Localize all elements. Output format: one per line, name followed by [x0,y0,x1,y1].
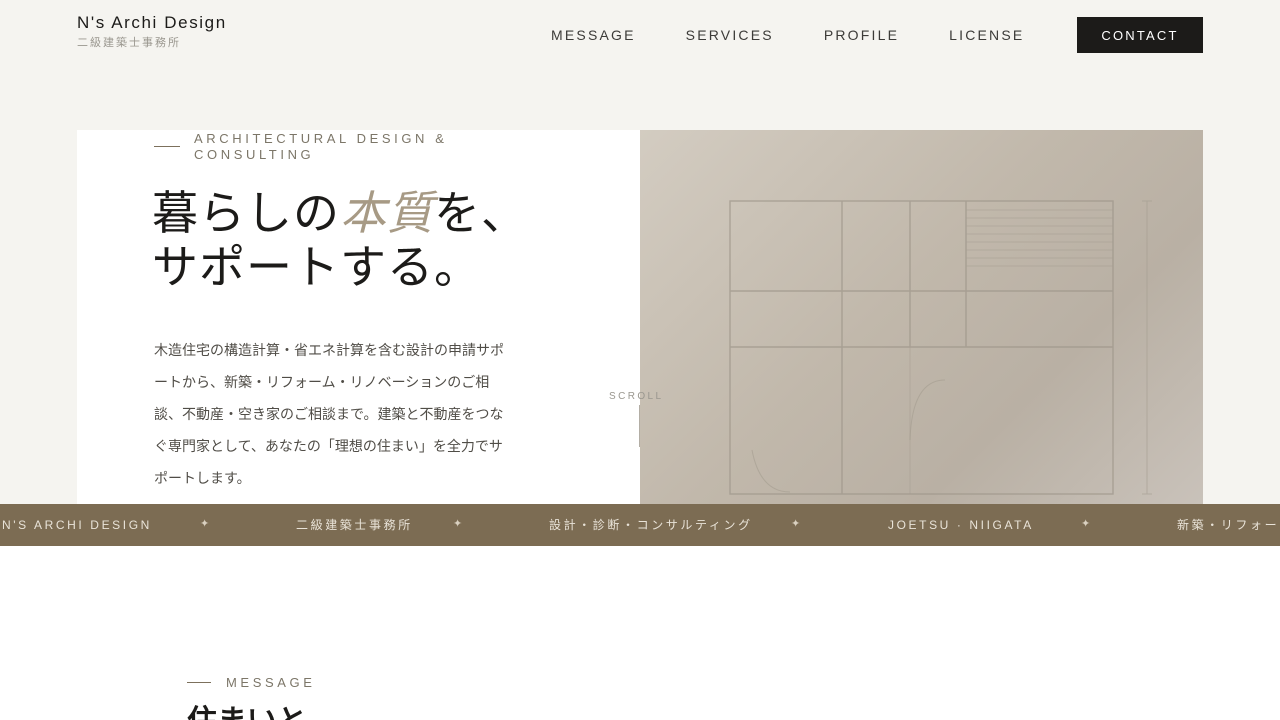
star-separator-icon: ✦ [1081,517,1091,530]
nav-item-profile[interactable]: PROFILE [824,26,899,44]
nav-item-message[interactable]: MESSAGE [551,26,636,44]
marquee-item: 新築・リフォー [1177,518,1280,532]
message-eyebrow-rule [187,682,211,683]
brand-subtitle: 二級建築士事務所 [77,36,181,49]
marquee-item: 二級建築士事務所 [296,518,413,532]
hero-eyebrow: ARCHITECTURAL DESIGN & CONSULTING [154,131,514,163]
site-header: N's Archi Design 二級建築士事務所 MESSAGE SERVIC… [0,0,1280,70]
headline-line2: サポートする。 [152,240,481,294]
main-nav: MESSAGE SERVICES PROFILE LICENSE [551,26,1024,44]
marquee-item: 設計・診断・コンサルティング [549,518,753,532]
star-separator-icon: ✦ [200,517,210,530]
headline-accent: 本質 [340,186,434,240]
hero-eyebrow-text: ARCHITECTURAL DESIGN & CONSULTING [194,131,448,162]
star-separator-icon: ✦ [791,517,801,530]
brand-logo[interactable]: N's Archi Design 二級建築士事務所 [77,13,227,50]
scroll-indicator-line [639,405,640,447]
marquee-item: JOETSU · NIIGATA [888,518,1034,532]
scroll-indicator-label: SCROLL [609,391,664,402]
marquee-band: N'S ARCHI DESIGN ✦ 二級建築士事務所 ✦ 設計・診断・コンサル… [0,504,1280,546]
floor-plan-illustration [729,200,1152,495]
nav-item-services[interactable]: SERVICES [686,26,774,44]
nav-item-license[interactable]: LICENSE [949,26,1024,44]
message-eyebrow: MESSAGE [187,675,316,690]
hero-image-panel [640,130,1203,504]
contact-button[interactable]: CONTACT [1077,17,1203,53]
hero-headline: 暮らしの本質を、 サポートする。 [152,186,528,294]
headline-line1-pre: 暮らしの [152,186,340,240]
message-section [0,546,1280,720]
marquee-item: N'S ARCHI DESIGN [2,518,152,532]
star-separator-icon: ✦ [453,517,463,530]
message-eyebrow-text: MESSAGE [226,675,316,690]
eyebrow-rule [154,146,180,147]
headline-line1-post: を、 [434,186,528,240]
brand-name: N's Archi Design [77,13,227,32]
message-heading: 住まいと [187,704,307,720]
hero-lead-text: 木造住宅の構造計算・省エネ計算を含む設計の申請サポートから、新築・リフォーム・リ… [154,343,504,487]
